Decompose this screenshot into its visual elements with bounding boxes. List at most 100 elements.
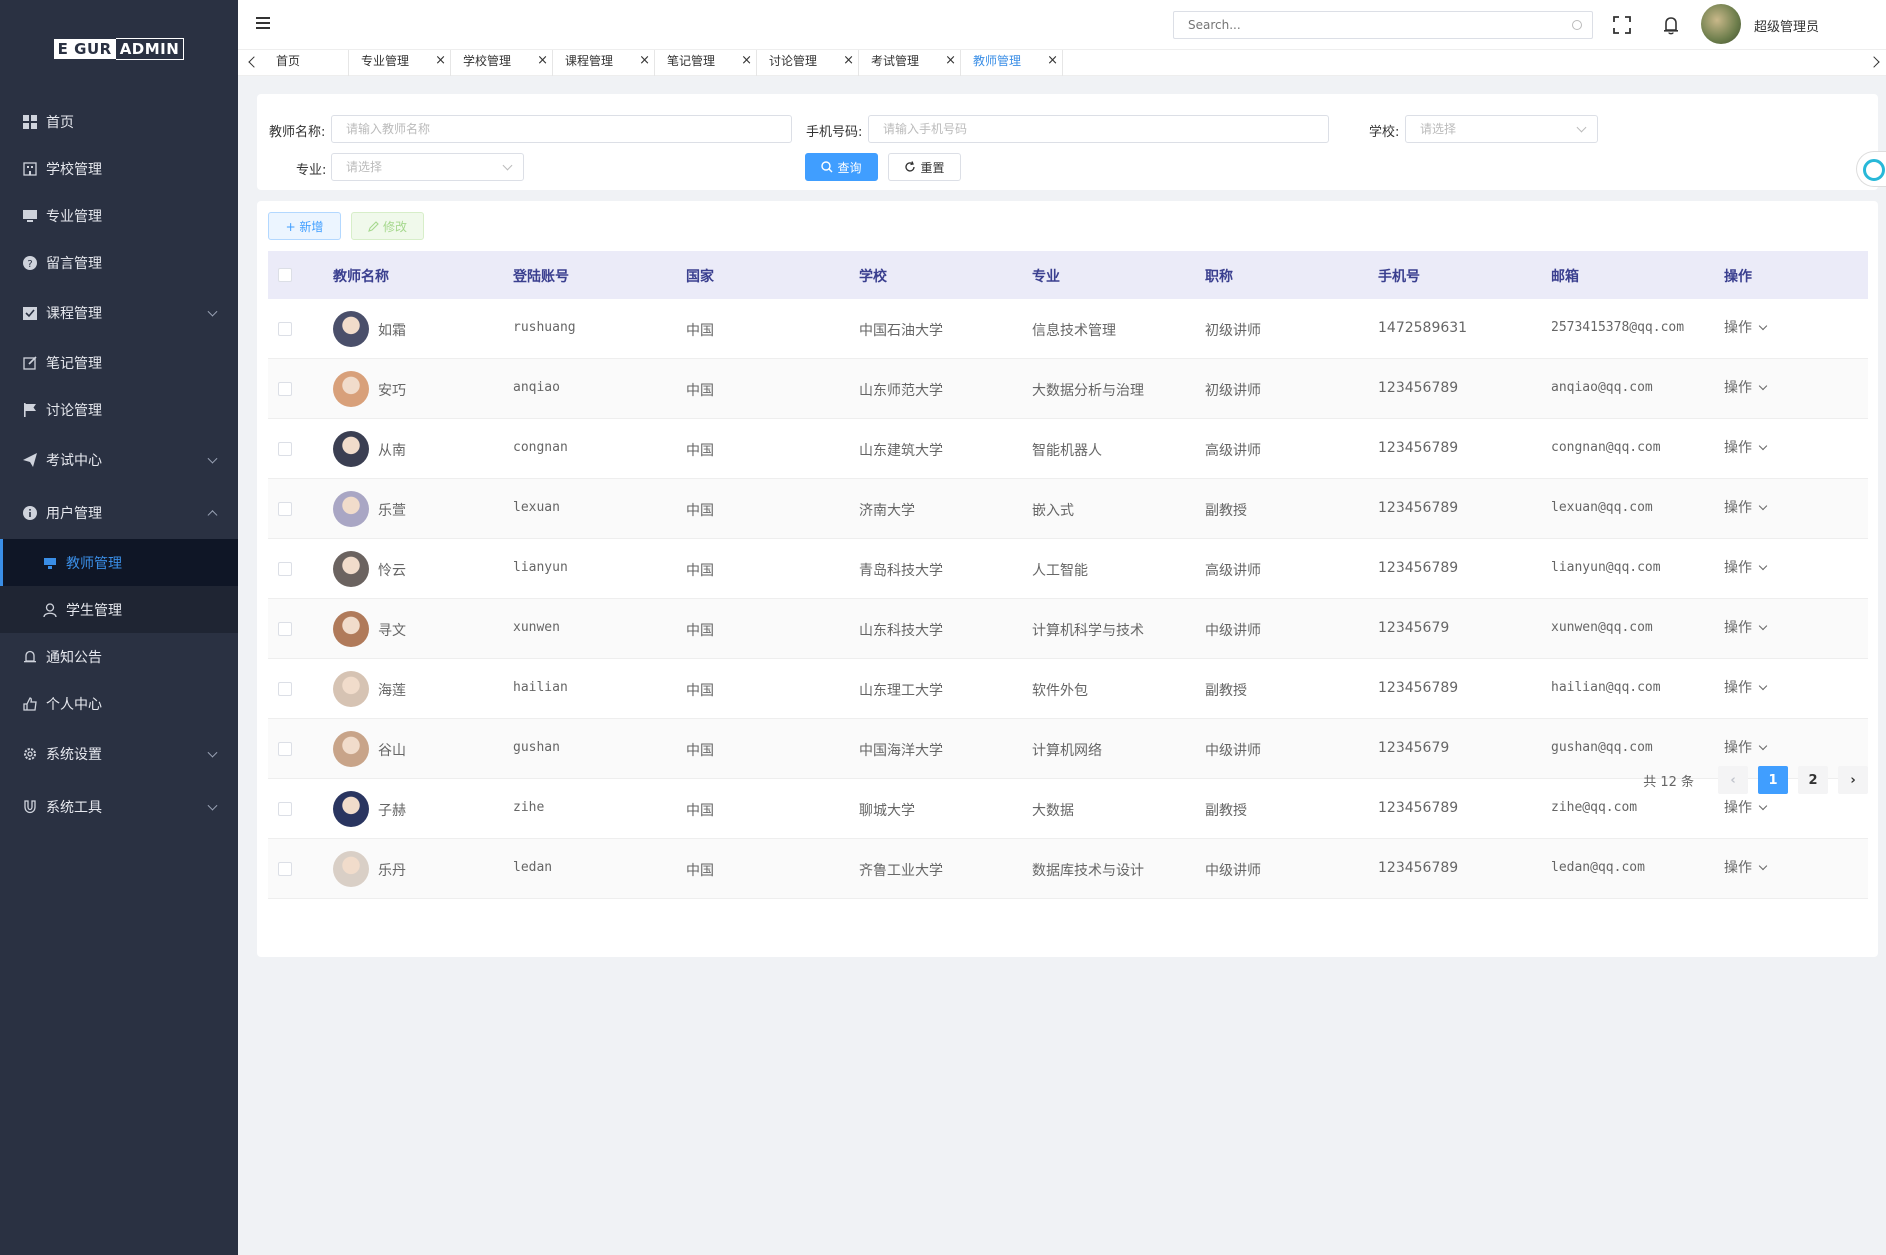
row-checkbox[interactable]	[278, 862, 292, 876]
phone-input[interactable]: 请输入手机号码	[868, 115, 1329, 143]
query-button[interactable]: 查询	[805, 153, 878, 181]
tab-scroll-left-icon[interactable]	[248, 56, 260, 68]
close-icon[interactable]: ×	[1047, 50, 1058, 72]
table-row[interactable]: 谷山 gushan 中国 中国海洋大学 计算机网络 中级讲师 12345679 gushan@…	[268, 719, 1868, 779]
col-country[interactable]: 国家	[686, 266, 714, 286]
row-checkbox[interactable]	[278, 682, 292, 696]
row-actions-dropdown[interactable]: 操作	[1724, 617, 1768, 637]
col-phone[interactable]: 手机号	[1378, 266, 1420, 286]
row-actions-dropdown[interactable]: 操作	[1724, 677, 1768, 697]
table-row[interactable]: 子赫 zihe 中国 聊城大学 大数据 副教授 123456789 zihe@qq.com 操作	[268, 779, 1868, 839]
page-1-button[interactable]: 1	[1758, 766, 1788, 794]
tab-school[interactable]: 学校管理 ×	[451, 50, 553, 76]
row-checkbox[interactable]	[278, 742, 292, 756]
user-icon	[42, 602, 58, 618]
avatar	[333, 371, 369, 407]
tab-notes[interactable]: 笔记管理 ×	[655, 50, 757, 76]
row-actions-label: 操作	[1724, 380, 1752, 396]
row-actions-dropdown[interactable]: 操作	[1724, 437, 1768, 457]
sidebar-item-school[interactable]: 学校管理	[0, 145, 238, 192]
table-row[interactable]: 乐丹 ledan 中国 齐鲁工业大学 数据库技术与设计 中级讲师 123456789 leda…	[268, 839, 1868, 899]
menu-toggle-icon[interactable]	[256, 17, 270, 29]
table-row[interactable]: 怜云 lianyun 中国 青岛科技大学 人工智能 高级讲师 123456789 lianyu…	[268, 539, 1868, 599]
user-avatar[interactable]	[1701, 4, 1741, 44]
row-actions-dropdown[interactable]: 操作	[1724, 557, 1768, 577]
reset-button[interactable]: 重置	[888, 153, 961, 181]
table-row[interactable]: 安巧 anqiao 中国 山东师范大学 大数据分析与治理 初级讲师 123456789 anq…	[268, 359, 1868, 419]
teacher-name-input[interactable]: 请输入教师名称	[331, 115, 792, 143]
notification-bell-icon[interactable]	[1662, 15, 1680, 35]
sidebar-item-course[interactable]: 课程管理	[0, 286, 238, 339]
table-row[interactable]: 从南 congnan 中国 山东建筑大学 智能机器人 高级讲师 123456789 congn…	[268, 419, 1868, 479]
sidebar-item-profile[interactable]: 个人中心	[0, 680, 238, 727]
tab-home[interactable]: 首页	[264, 50, 349, 76]
sidebar-item-home[interactable]: 首页	[0, 98, 238, 145]
col-school[interactable]: 学校	[859, 266, 887, 286]
col-title[interactable]: 职称	[1205, 266, 1233, 286]
close-icon[interactable]: ×	[537, 50, 548, 72]
table-row[interactable]: 乐萱 lexuan 中国 济南大学 嵌入式 副教授 123456789 lexuan@qq.c…	[268, 479, 1868, 539]
major-label: 专业:	[296, 163, 327, 178]
sidebar-item-student[interactable]: 学生管理	[0, 586, 238, 633]
col-name[interactable]: 教师名称	[333, 266, 389, 286]
tab-teacher[interactable]: 教师管理 ×	[961, 50, 1063, 76]
row-checkbox[interactable]	[278, 802, 292, 816]
sidebar-item-discussion[interactable]: 讨论管理	[0, 386, 238, 433]
row-checkbox[interactable]	[278, 502, 292, 516]
row-actions-dropdown[interactable]: 操作	[1724, 377, 1768, 397]
search-box[interactable]	[1173, 11, 1593, 39]
user-submenu: 教师管理 学生管理	[0, 539, 238, 633]
sidebar-item-tools[interactable]: 系统工具	[0, 780, 238, 833]
row-actions-dropdown[interactable]: 操作	[1724, 497, 1768, 517]
row-actions-dropdown[interactable]: 操作	[1724, 737, 1768, 757]
close-icon[interactable]: ×	[741, 50, 752, 72]
floating-assistant-icon[interactable]	[1856, 151, 1886, 187]
row-checkbox[interactable]	[278, 562, 292, 576]
tab-scroll-right-icon[interactable]	[1868, 56, 1880, 68]
row-checkbox[interactable]	[278, 382, 292, 396]
next-page-button[interactable]: ›	[1838, 766, 1868, 794]
avatar	[333, 851, 369, 887]
col-major[interactable]: 专业	[1032, 266, 1060, 286]
tab-course[interactable]: 课程管理 ×	[553, 50, 655, 76]
row-actions-dropdown[interactable]: 操作	[1724, 797, 1768, 817]
school-select[interactable]: 请选择	[1405, 115, 1598, 143]
add-button[interactable]: + 新增	[268, 212, 341, 240]
prev-page-button[interactable]: ‹	[1718, 766, 1748, 794]
fullscreen-icon[interactable]	[1613, 16, 1631, 34]
tab-major[interactable]: 专业管理 ×	[349, 50, 451, 76]
sidebar-item-teacher[interactable]: 教师管理	[0, 539, 238, 586]
row-actions-dropdown[interactable]: 操作	[1724, 857, 1768, 877]
table-row[interactable]: 海莲 hailian 中国 山东理工大学 软件外包 副教授 123456789 hailian…	[268, 659, 1868, 719]
sidebar-item-user[interactable]: 用户管理	[0, 486, 238, 539]
table-row[interactable]: 寻文 xunwen 中国 山东科技大学 计算机科学与技术 中级讲师 12345679 xunw…	[268, 599, 1868, 659]
edit-button[interactable]: 修改	[351, 212, 424, 240]
row-checkbox[interactable]	[278, 322, 292, 336]
col-account[interactable]: 登陆账号	[513, 266, 569, 286]
col-email[interactable]: 邮箱	[1551, 266, 1579, 286]
user-name[interactable]: 超级管理员	[1754, 16, 1819, 35]
page-2-button[interactable]: 2	[1798, 766, 1828, 794]
row-checkbox[interactable]	[278, 622, 292, 636]
sidebar-item-exam[interactable]: 考试中心	[0, 433, 238, 486]
close-icon[interactable]: ×	[639, 50, 650, 72]
sidebar-item-notice[interactable]: 通知公告	[0, 633, 238, 680]
search-input[interactable]	[1188, 18, 1568, 32]
row-actions-label: 操作	[1724, 560, 1752, 576]
select-all-checkbox[interactable]	[278, 268, 292, 282]
cell-school: 青岛科技大学	[859, 563, 943, 579]
close-icon[interactable]: ×	[435, 50, 446, 72]
row-actions-dropdown[interactable]: 操作	[1724, 317, 1768, 337]
sidebar-item-notes[interactable]: 笔记管理	[0, 339, 238, 386]
row-checkbox[interactable]	[278, 442, 292, 456]
sidebar-item-settings[interactable]: 系统设置	[0, 727, 238, 780]
info-icon	[22, 505, 38, 521]
tab-exam[interactable]: 考试管理 ×	[859, 50, 961, 76]
major-select[interactable]: 请选择	[331, 153, 524, 181]
close-icon[interactable]: ×	[843, 50, 854, 72]
tab-discussion[interactable]: 讨论管理 ×	[757, 50, 859, 76]
sidebar-item-message[interactable]: ? 留言管理	[0, 239, 238, 286]
table-row[interactable]: 如霜 rushuang 中国 中国石油大学 信息技术管理 初级讲师 1472589631 25…	[268, 299, 1868, 359]
close-icon[interactable]: ×	[945, 50, 956, 72]
sidebar-item-major[interactable]: 专业管理	[0, 192, 238, 239]
